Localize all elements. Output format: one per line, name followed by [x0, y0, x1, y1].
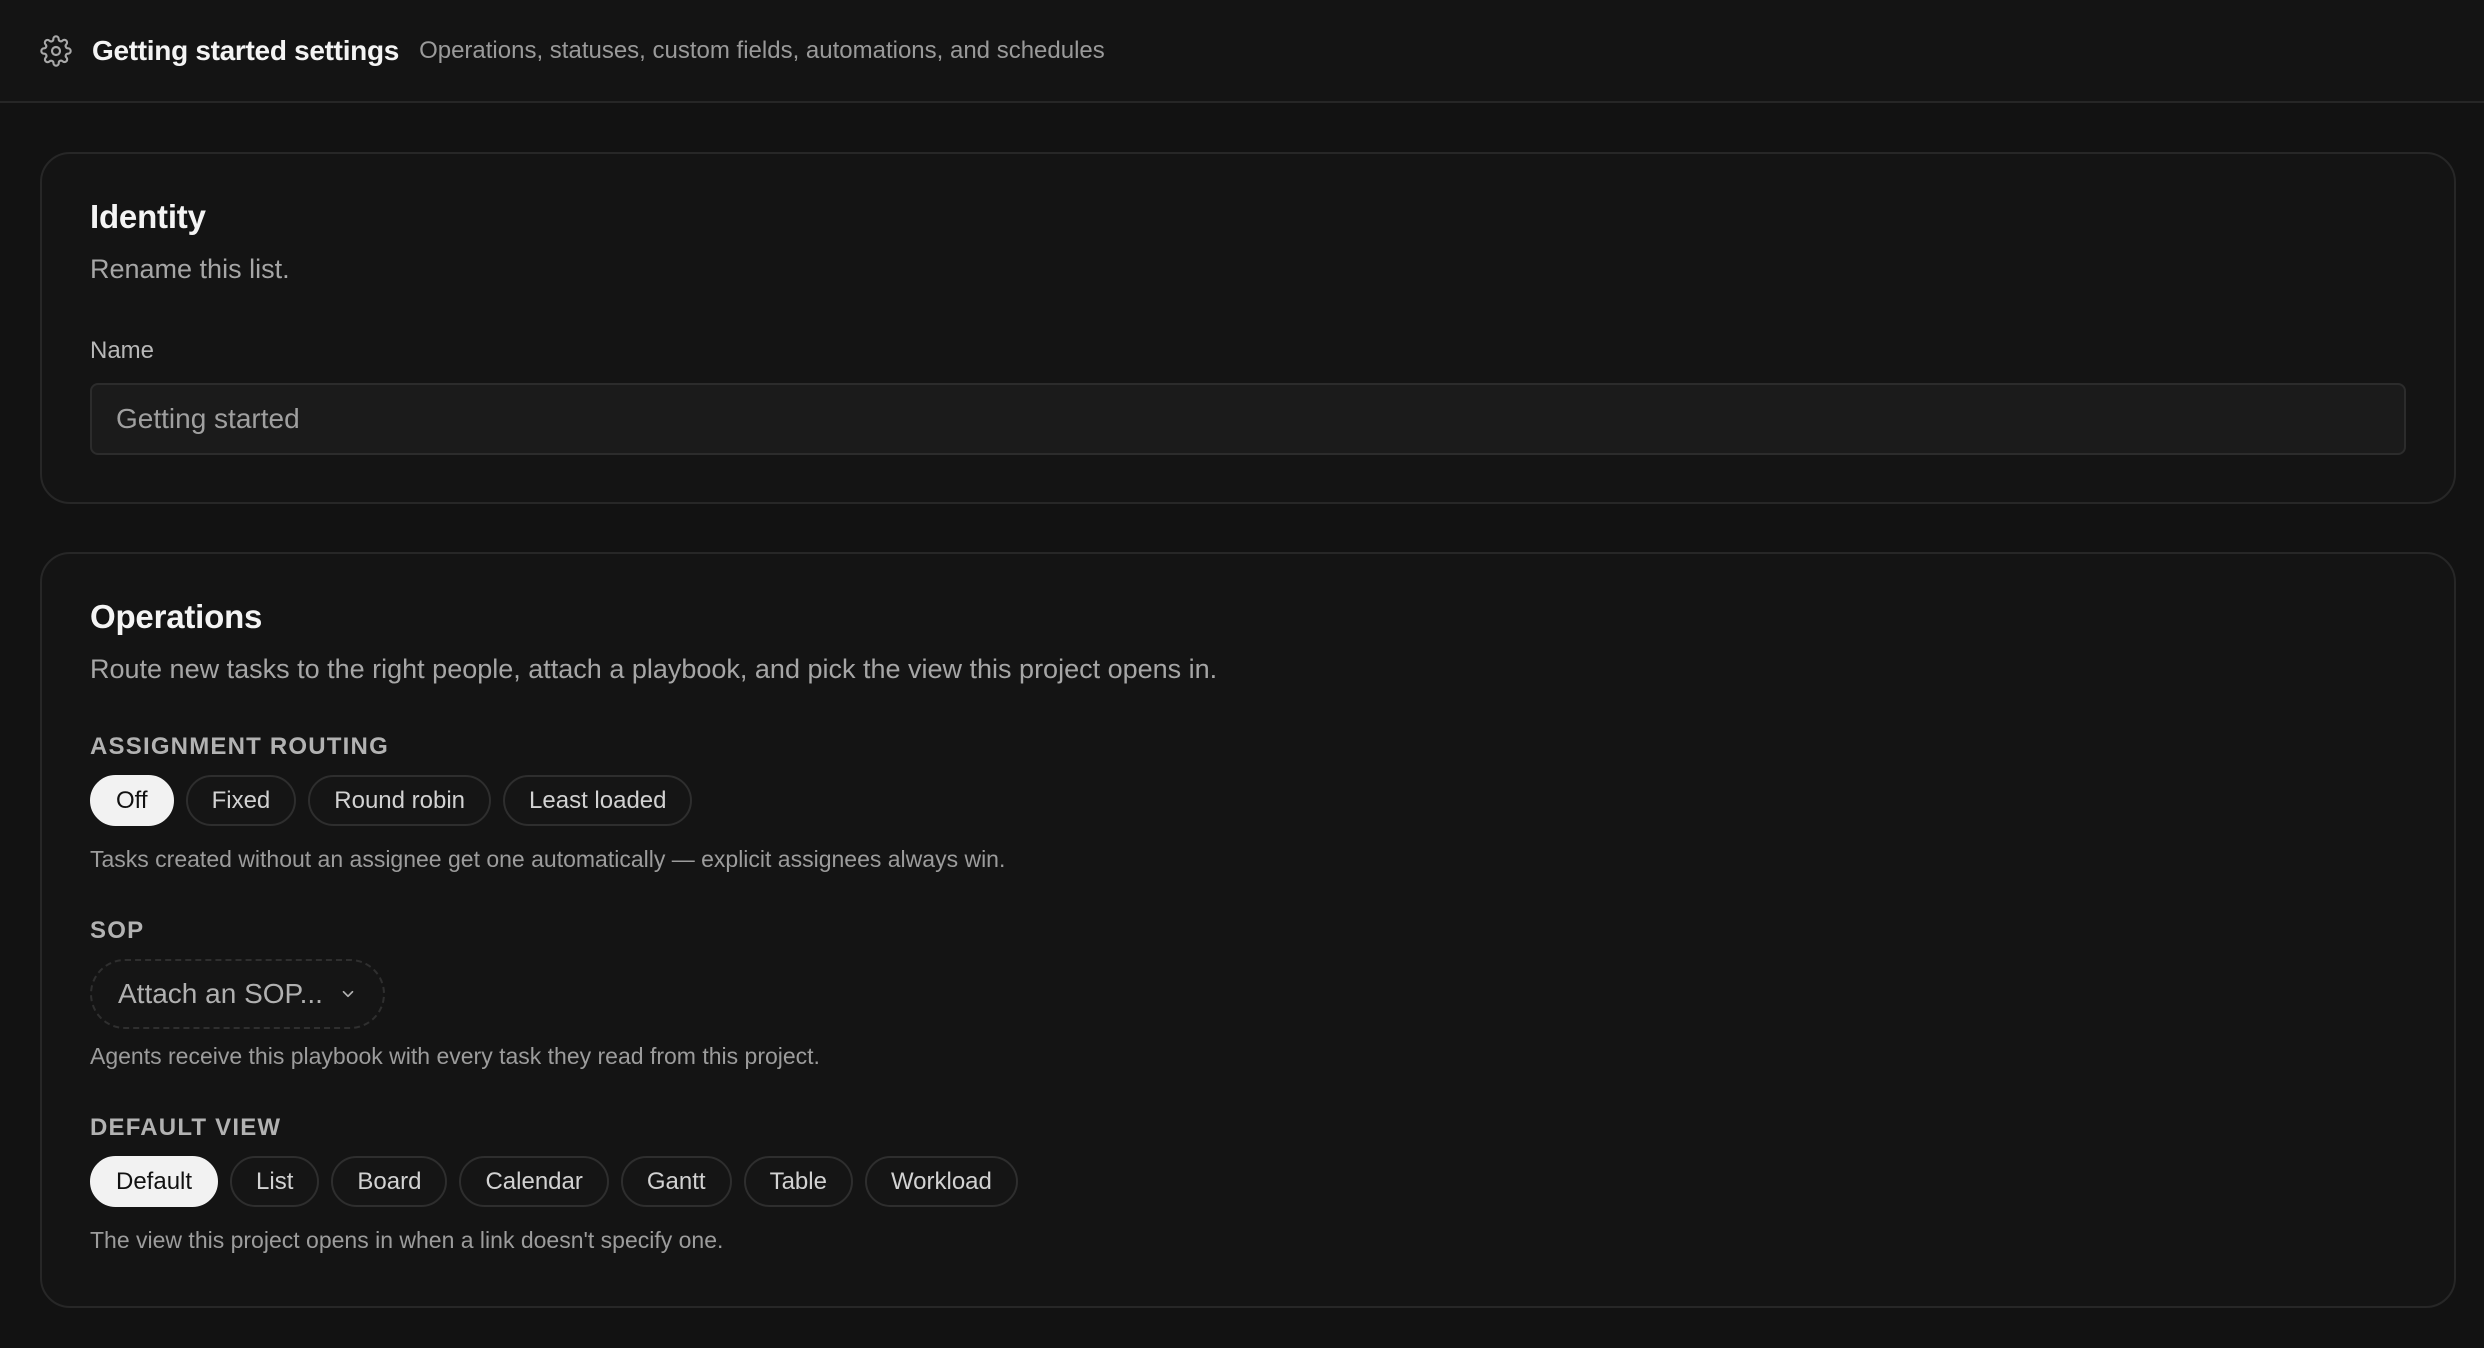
default-view-label: DEFAULT VIEW: [90, 1114, 282, 1141]
gear-icon[interactable]: [40, 34, 72, 67]
view-option-table[interactable]: Table: [743, 1156, 853, 1207]
name-field[interactable]: Getting started: [90, 383, 2406, 455]
page-title: Getting started settings: [92, 34, 400, 66]
assignment-routing-hint: Tasks created without an assignee get on…: [90, 846, 1006, 872]
operations-heading: Operations: [90, 598, 263, 635]
settings-header: Getting started settings Operations, sta…: [0, 0, 2484, 103]
chevron-down-icon: [339, 985, 357, 1003]
sop-select[interactable]: Attach an SOP...: [90, 959, 385, 1029]
name-label: Name: [90, 337, 155, 364]
view-option-gantt[interactable]: Gantt: [620, 1156, 732, 1207]
identity-description: Rename this list.: [90, 254, 290, 284]
routing-option-fixed[interactable]: Fixed: [185, 775, 297, 826]
assignment-routing-label: ASSIGNMENT ROUTING: [90, 733, 389, 760]
assignment-routing-options: Off Fixed Round robin Least loaded: [90, 775, 2406, 826]
identity-card: Identity Rename this list. Name Getting …: [40, 152, 2456, 504]
default-view-options: Default List Board Calendar Gantt Table …: [90, 1156, 2406, 1207]
sop-label: SOP: [90, 917, 145, 944]
view-option-default[interactable]: Default: [90, 1156, 219, 1207]
sop-hint: Agents receive this playbook with every …: [90, 1043, 820, 1069]
operations-card: Operations Route new tasks to the right …: [40, 552, 2456, 1308]
routing-option-round-robin[interactable]: Round robin: [308, 775, 492, 826]
routing-option-off[interactable]: Off: [90, 775, 174, 826]
operations-description: Route new tasks to the right people, att…: [90, 654, 1218, 684]
routing-option-least-loaded[interactable]: Least loaded: [503, 775, 693, 826]
sop-select-placeholder: Attach an SOP...: [118, 978, 323, 1009]
view-option-calendar[interactable]: Calendar: [459, 1156, 609, 1207]
page-subtitle: Operations, statuses, custom fields, aut…: [419, 36, 1105, 64]
view-option-workload[interactable]: Workload: [864, 1156, 1018, 1207]
view-option-list[interactable]: List: [230, 1156, 320, 1207]
view-option-board[interactable]: Board: [331, 1156, 448, 1207]
identity-heading: Identity: [90, 198, 206, 235]
default-view-hint: The view this project opens in when a li…: [90, 1227, 724, 1253]
